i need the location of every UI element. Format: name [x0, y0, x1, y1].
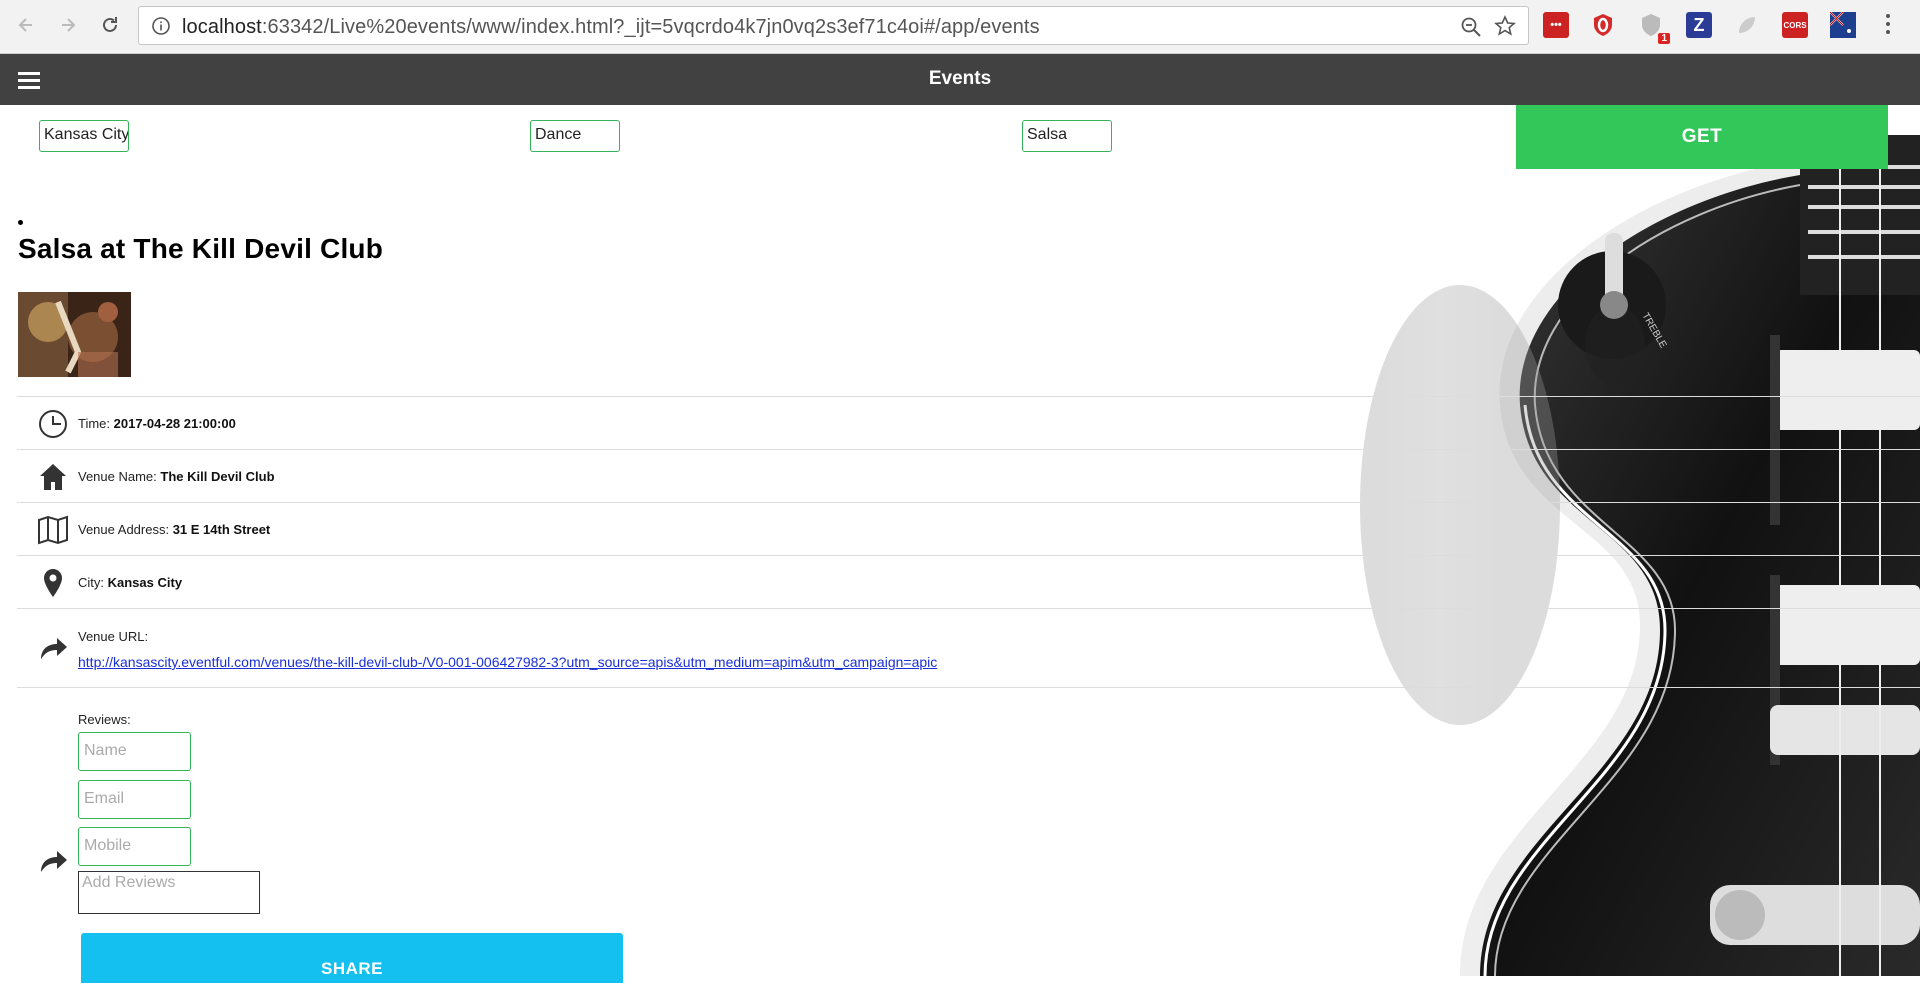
back-button[interactable] — [10, 9, 42, 41]
event-details: Time: 2017-04-28 21:00:00 Venue Name: Th… — [17, 396, 1920, 1007]
app-header: Events — [0, 54, 1920, 105]
ext-shield-icon[interactable]: 1 — [1638, 12, 1670, 44]
browser-toolbar: localhost:63342/Live%20events/www/index.… — [0, 0, 1920, 54]
bookmark-star-icon[interactable] — [1494, 15, 1516, 37]
flag-icon — [1830, 12, 1856, 38]
share-arrow-icon — [41, 851, 67, 872]
keyword-input[interactable]: Salsa — [1022, 120, 1112, 152]
page-title: Events — [928, 68, 992, 89]
time-row: Time: 2017-04-28 21:00:00 — [17, 396, 1920, 449]
venue-address-text: Venue Address: 31 E 14th Street — [78, 522, 270, 537]
get-button[interactable]: GET — [1516, 105, 1888, 169]
review-name-input[interactable]: Name — [78, 732, 191, 771]
location-pin-icon — [44, 569, 62, 597]
reload-button[interactable] — [94, 9, 126, 41]
list-bullet — [18, 220, 23, 225]
back-arrow-icon — [18, 18, 32, 32]
city-row: City: Kansas City — [17, 555, 1920, 608]
venue-address-label: Venue Address: — [78, 522, 170, 537]
forward-button[interactable] — [52, 9, 84, 41]
address-bar[interactable]: localhost:63342/Live%20events/www/index.… — [138, 6, 1529, 45]
time-value: 2017-04-28 21:00:00 — [113, 416, 236, 431]
ext-cors-icon[interactable]: CORS — [1782, 12, 1808, 38]
venue-name-label: Venue Name: — [78, 469, 157, 484]
opera-shield-icon — [1594, 14, 1612, 36]
review-email-input[interactable]: Email — [78, 780, 191, 819]
venue-name-text: Venue Name: The Kill Devil Club — [78, 469, 275, 484]
ext-badge: 1 — [1658, 33, 1670, 44]
city-label: City: — [78, 575, 104, 590]
ext-leaf-icon[interactable] — [1734, 12, 1760, 38]
add-reviews-textarea[interactable]: Add Reviews — [78, 871, 260, 914]
city-text: City: Kansas City — [78, 575, 182, 590]
ext-opera-icon[interactable] — [1590, 12, 1616, 38]
leaf-icon — [1739, 17, 1755, 33]
venue-url-label: Venue URL: — [78, 629, 149, 644]
zoom-icon[interactable] — [1460, 16, 1482, 38]
venue-name-row: Venue Name: The Kill Devil Club — [17, 449, 1920, 502]
location-input[interactable]: Kansas City — [39, 120, 129, 152]
venue-url-link[interactable]: http://kansascity.eventful.com/venues/th… — [78, 654, 937, 670]
ext-flag-icon[interactable] — [1830, 12, 1856, 38]
event-title: Salsa at The Kill Devil Club — [18, 233, 384, 264]
map-icon — [38, 515, 68, 545]
ext-z-icon[interactable]: Z — [1686, 12, 1712, 38]
city-value: Kansas City — [107, 575, 183, 590]
venue-name-value: The Kill Devil Club — [160, 469, 275, 484]
reviews-label: Reviews: — [78, 712, 131, 727]
venue-address-value: 31 E 14th Street — [172, 522, 271, 537]
time-label: Time: — [78, 416, 111, 431]
venue-address-row: Venue Address: 31 E 14th Street — [17, 502, 1920, 555]
forward-arrow-icon — [62, 18, 76, 32]
venue-url-row: Venue URL: http://kansascity.eventful.co… — [17, 608, 1920, 687]
url-text: localhost:63342/Live%20events/www/index.… — [182, 16, 1040, 38]
category-input[interactable]: Dance — [530, 120, 620, 152]
reload-icon — [103, 17, 117, 32]
clock-icon — [39, 410, 67, 438]
reviews-row: Reviews: Name Email Mobile Add Reviews S… — [17, 687, 1920, 1007]
time-text: Time: 2017-04-28 21:00:00 — [78, 416, 236, 431]
ext-lastpass-icon[interactable]: ••• — [1543, 12, 1569, 38]
hamburger-menu-icon[interactable] — [18, 72, 40, 90]
info-icon[interactable] — [151, 16, 171, 36]
review-mobile-input[interactable]: Mobile — [78, 827, 191, 866]
share-arrow-icon — [41, 638, 67, 659]
home-icon — [40, 464, 66, 490]
browser-menu-icon[interactable] — [1886, 14, 1892, 36]
event-thumbnail-image — [18, 292, 131, 377]
